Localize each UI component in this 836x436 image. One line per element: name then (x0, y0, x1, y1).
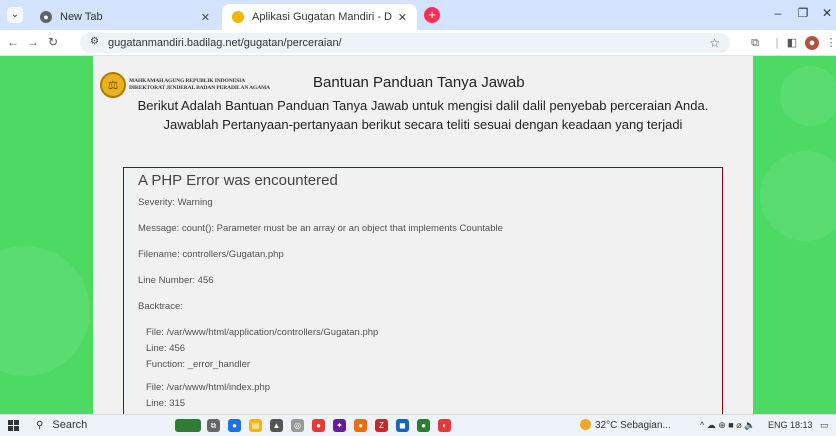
toolbar-divider: | (775, 37, 779, 49)
browser-toolbar: ← → ↻ ⚙ gugatanmandiri.badilag.net/gugat… (0, 30, 836, 56)
app-icon[interactable]: ● (312, 419, 325, 432)
error-message: Message: count(): Parameter must be an a… (138, 223, 503, 234)
weather-icon (580, 419, 591, 430)
minimize-icon[interactable]: – (770, 6, 786, 20)
chrome-taskbar-icon[interactable]: ● (228, 419, 241, 432)
org-name-line2: DIREKTORAT JENDERAL BADAN PERADILAN AGAM… (129, 85, 271, 91)
tab-new-tab[interactable]: ● New Tab ✕ (30, 4, 220, 30)
app-icon[interactable]: ◼ (396, 419, 409, 432)
extensions-icon[interactable]: ⧉ (748, 36, 762, 50)
new-tab-button[interactable]: + (424, 7, 440, 23)
close-window-icon[interactable]: ✕ (819, 6, 835, 20)
address-bar[interactable]: ⚙ gugatanmandiri.badilag.net/gugatan/per… (80, 33, 730, 53)
taskbar: ⚲ Search ⧉ ● ▤ ▲ ◎ ● ✦ ● Z ◼ ● ◐ 32°C Se… (0, 414, 836, 436)
app-icon[interactable]: ◐ (438, 419, 451, 432)
menu-icon[interactable]: ⋮ (824, 36, 836, 50)
profile-avatar[interactable]: ● (805, 36, 819, 50)
bookmark-star-icon[interactable]: ☆ (709, 36, 720, 50)
search-label: Search (52, 419, 88, 431)
reload-icon[interactable]: ↻ (46, 35, 60, 49)
backtrace-function: Function: _error_handler (146, 359, 251, 370)
decorative-circle (780, 66, 836, 126)
notification-icon[interactable]: ▭ (820, 420, 829, 431)
site-info-icon[interactable]: ⚙ (90, 36, 99, 47)
page-background: ⚖ MAHKAMAH AGUNG REPUBLIK INDONESIA DIRE… (0, 56, 836, 414)
app-icon[interactable]: ▲ (270, 419, 283, 432)
back-icon[interactable]: ← (6, 35, 20, 49)
org-name-line1: MAHKAMAH AGUNG REPUBLIK INDONESIA (129, 78, 246, 84)
windows-start-icon[interactable] (8, 420, 19, 431)
tab-label: New Tab (60, 11, 103, 23)
tab-gugatan-mandiri[interactable]: Aplikasi Gugatan Mandiri - Dir ✕ (222, 4, 417, 30)
task-view-icon[interactable]: ⧉ (207, 419, 220, 432)
tray-icons[interactable]: ^ ☁ ⊕ ■ ⌀ 🔈 (700, 420, 755, 431)
page-subtitle: Berikut Adalah Bantuan Panduan Tanya Jaw… (137, 98, 709, 113)
site-logo-icon (232, 11, 244, 23)
error-severity: Severity: Warning (138, 197, 213, 208)
app-icon[interactable]: ◎ (291, 419, 304, 432)
backtrace-label: Backtrace: (138, 301, 183, 312)
php-error-box: A PHP Error was encountered Severity: Wa… (123, 167, 723, 414)
widgets-icon[interactable] (175, 419, 201, 432)
file-explorer-icon[interactable]: ▤ (249, 419, 262, 432)
page-instruction: Jawablah Pertanyaan-pertanyaan berikut s… (163, 117, 683, 132)
tab-label: Aplikasi Gugatan Mandiri - Dir (252, 11, 392, 23)
chrome-icon: ● (40, 11, 52, 23)
forward-icon[interactable]: → (26, 35, 40, 49)
app-icon[interactable]: Z (375, 419, 388, 432)
url-text[interactable]: gugatanmandiri.badilag.net/gugatan/perce… (108, 37, 342, 49)
app-icon[interactable]: ✦ (333, 419, 346, 432)
error-filename: Filename: controllers/Gugatan.php (138, 249, 284, 260)
app-icon[interactable]: ● (354, 419, 367, 432)
search-icon: ⚲ (36, 420, 44, 431)
backtrace-file: File: /var/www/html/application/controll… (146, 327, 379, 338)
language-indicator[interactable]: ENG (768, 420, 788, 430)
taskbar-search[interactable]: ⚲ Search (36, 419, 87, 431)
page-title: Bantuan Panduan Tanya Jawab (313, 74, 525, 91)
weather-widget[interactable]: 32°C Sebagian... (580, 419, 671, 431)
tab-search-button[interactable]: ⌄ (7, 7, 23, 23)
close-icon[interactable]: ✕ (398, 11, 407, 24)
clock[interactable]: 18:13 (790, 420, 813, 430)
app-icon[interactable]: ● (417, 419, 430, 432)
browser-tab-strip: ⌄ ● New Tab ✕ Aplikasi Gugatan Mandiri -… (0, 0, 836, 30)
maximize-icon[interactable]: ❐ (795, 6, 811, 20)
decorative-circle (0, 246, 90, 376)
content-panel: ⚖ MAHKAMAH AGUNG REPUBLIK INDONESIA DIRE… (93, 56, 753, 414)
decorative-circle (760, 151, 836, 241)
backtrace-line: Line: 315 (146, 398, 186, 409)
court-logo-icon: ⚖ (100, 72, 126, 98)
error-heading: A PHP Error was encountered (138, 172, 338, 189)
close-icon[interactable]: ✕ (201, 11, 210, 24)
backtrace-file: File: /var/www/html/index.php (146, 382, 271, 393)
backtrace-line: Line: 456 (146, 343, 186, 354)
weather-text: 32°C Sebagian... (595, 420, 671, 431)
error-line-number: Line Number: 456 (138, 275, 214, 286)
side-panel-icon[interactable]: ◧ (785, 36, 799, 50)
